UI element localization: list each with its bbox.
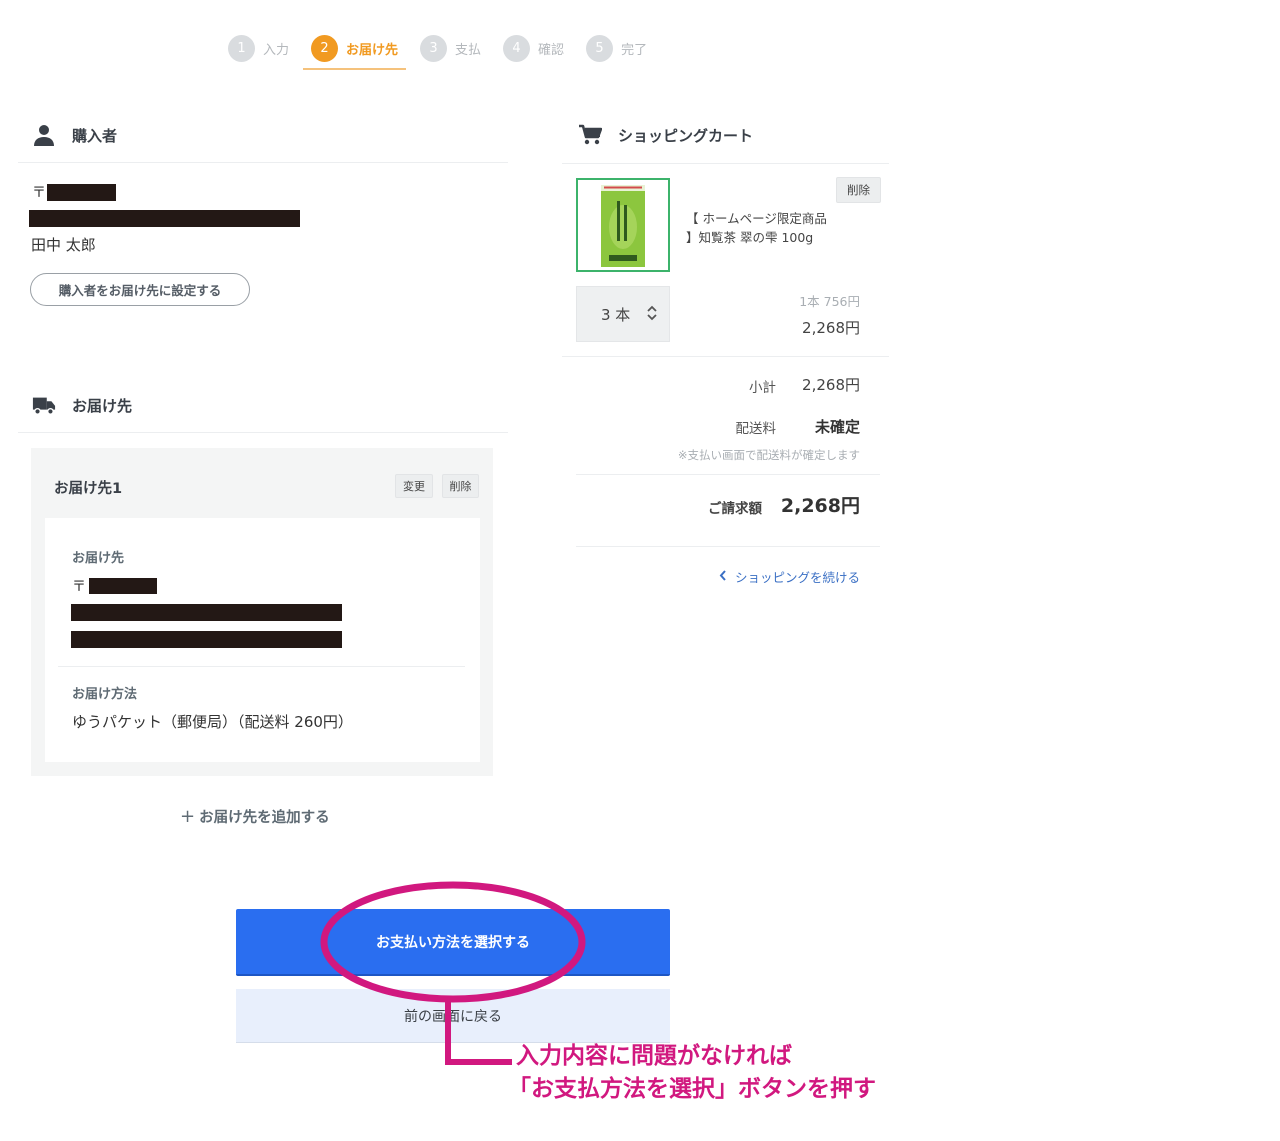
annotation-line2: 「お支払方法を選択」ボタンを押す <box>508 1076 876 1102</box>
annotation-text: 入力内容に問題がなければ 「お支払方法を選択」ボタンを押す <box>508 1040 876 1106</box>
annotation-highlight-ellipse <box>320 881 586 1003</box>
annotation-overlay <box>320 881 586 1065</box>
annotation-line1: 入力内容に問題がなければ <box>516 1043 792 1069</box>
annotation-leader-line <box>445 1001 512 1065</box>
